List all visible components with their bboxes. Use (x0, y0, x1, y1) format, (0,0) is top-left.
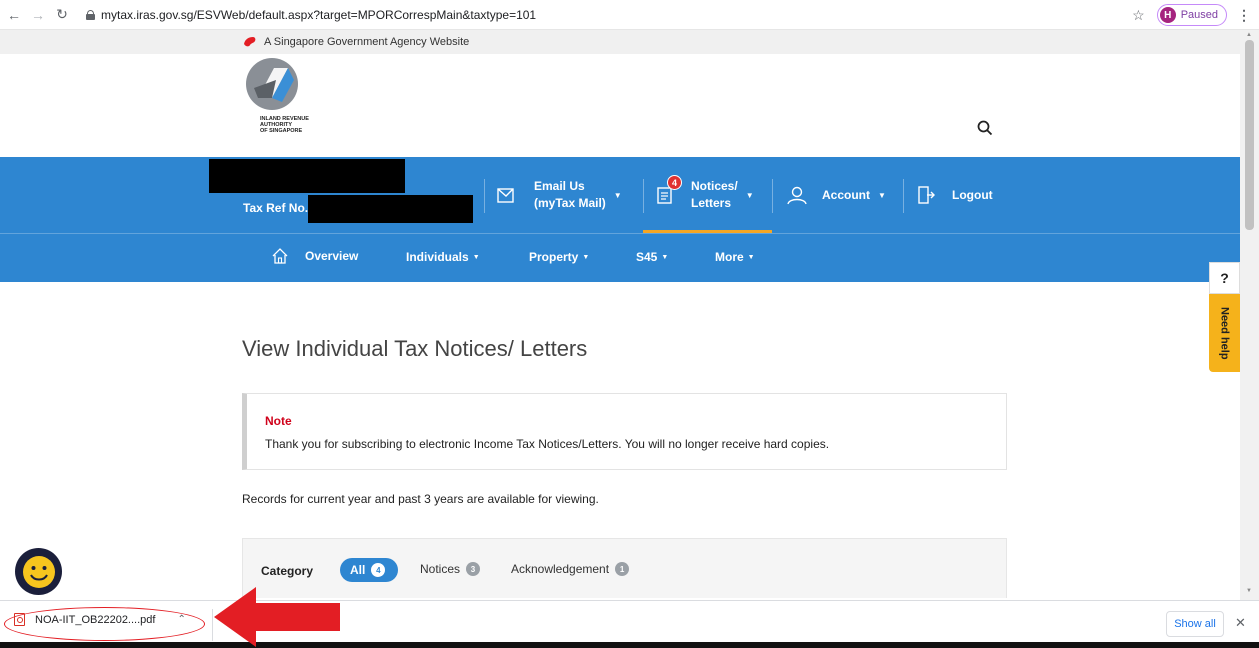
chevron-down-icon: ▼ (878, 190, 886, 200)
nav-s45-label: S45 (636, 250, 658, 264)
category-acknowledgement-count: 1 (615, 562, 630, 576)
kebab-menu-icon[interactable]: ⋮ (1237, 7, 1251, 24)
download-bar: NOA-IIT_OB22202....pdf ⌃ Show all ✕ (0, 600, 1259, 648)
chevron-down-icon: ▼ (747, 253, 755, 261)
browser-toolbar: ← → ↻ mytax.iras.gov.sg/ESVWeb/default.a… (0, 0, 1259, 30)
chevron-down-icon: ▼ (472, 253, 480, 261)
chevron-down-icon: ▼ (582, 253, 590, 261)
category-notices-option[interactable]: Notices 3 (420, 562, 481, 576)
help-question-icon[interactable]: ? (1209, 262, 1240, 294)
address-bar[interactable]: mytax.iras.gov.sg/ESVWeb/default.aspx?ta… (86, 4, 536, 26)
url-text: mytax.iras.gov.sg/ESVWeb/default.aspx?ta… (101, 7, 537, 22)
note-box: Note Thank you for subscribing to electr… (242, 393, 1007, 470)
account-nav-bar: Tax Ref No. Email Us (myTax Mail) ▼ Notic… (0, 157, 1240, 233)
search-icon[interactable] (977, 120, 993, 136)
scroll-thumb[interactable] (1245, 40, 1254, 230)
tax-ref-label: Tax Ref No. (243, 201, 309, 215)
back-arrow-icon[interactable]: ← (4, 5, 24, 25)
smiley-icon (22, 555, 55, 588)
gov-banner: A Singapore Government Agency Website (0, 30, 1240, 54)
account-label: Account (822, 188, 870, 202)
logout-icon (918, 186, 935, 204)
email-us-menu[interactable]: Email Us (myTax Mail) ▼ (496, 157, 622, 233)
home-icon (272, 248, 288, 264)
site-header: INLAND REVENUE AUTHORITY OF SINGAPORE (0, 54, 1240, 157)
logo-text: INLAND REVENUE AUTHORITY OF SINGAPORE (260, 116, 309, 134)
nav-separator (772, 179, 773, 213)
reload-icon[interactable]: ↻ (52, 5, 72, 25)
profile-button[interactable]: H Paused (1156, 4, 1227, 26)
notices-label: Notices/ (691, 179, 738, 193)
account-menu[interactable]: Account ▼ (786, 157, 886, 233)
scroll-down-icon[interactable]: ▼ (1246, 588, 1252, 594)
main-nav-bar: Overview Individuals ▼ Property ▼ S45 ▼ Mor… (0, 233, 1240, 282)
close-icon[interactable]: ✕ (1235, 615, 1246, 631)
nav-individuals-label: Individuals (406, 250, 469, 264)
download-item[interactable]: NOA-IIT_OB22202....pdf ⌃ (14, 613, 186, 626)
show-all-button[interactable]: Show all (1166, 611, 1224, 637)
forward-arrow-icon[interactable]: → (28, 5, 48, 25)
nav-property-label: Property (529, 250, 579, 264)
redacted-name (209, 159, 405, 193)
avatar: H (1159, 7, 1176, 23)
user-icon (787, 186, 807, 205)
pdf-file-icon (14, 613, 25, 626)
nav-separator (903, 179, 904, 213)
merlion-icon (244, 37, 256, 47)
page-scrollbar[interactable]: ▲ ▼ (1240, 30, 1259, 600)
notices-count-badge: 4 (667, 175, 682, 190)
iras-logo[interactable]: INLAND REVENUE AUTHORITY OF SINGAPORE (244, 58, 324, 153)
annotation-arrow-icon (214, 587, 340, 647)
logo-emblem-icon (246, 58, 298, 110)
logout-button[interactable]: Logout (916, 157, 993, 233)
category-all-count: 4 (371, 563, 386, 577)
bookmark-star-icon[interactable]: ☆ (1132, 7, 1145, 24)
nav-individuals[interactable]: Individuals ▼ (406, 250, 480, 264)
chatbot-smiley-button[interactable] (15, 548, 62, 595)
nav-more-label: More (715, 250, 744, 264)
lock-icon (86, 9, 95, 20)
email-us-label: Email Us (534, 179, 585, 193)
nav-overview-label: Overview (305, 249, 359, 263)
download-file-name: NOA-IIT_OB22202....pdf (35, 613, 156, 626)
page-title: View Individual Tax Notices/ Letters (242, 336, 588, 361)
nav-s45[interactable]: S45 ▼ (636, 250, 668, 264)
notices-letters-menu[interactable]: Notices/Letters ▼ (655, 157, 754, 233)
chevron-up-icon[interactable]: ⌃ (177, 614, 185, 625)
category-notices-count: 3 (466, 562, 481, 576)
chevron-down-icon: ▼ (661, 253, 669, 261)
nav-more[interactable]: More ▼ (715, 250, 755, 264)
records-info-text: Records for current year and past 3 year… (242, 492, 599, 506)
nav-separator (484, 179, 485, 213)
chevron-down-icon: ▼ (745, 190, 754, 200)
profile-status: Paused (1180, 9, 1218, 21)
category-acknowledgement-option[interactable]: Acknowledgement 1 (511, 562, 630, 576)
logout-label: Logout (952, 188, 993, 202)
notices-sublabel: Letters (691, 196, 732, 210)
nav-property[interactable]: Property ▼ (529, 250, 589, 264)
need-help-tab[interactable]: Need help (1209, 294, 1240, 372)
nav-separator (643, 179, 644, 213)
mail-icon (497, 188, 514, 203)
category-notices-label: Notices (420, 562, 461, 576)
scroll-up-icon[interactable]: ▲ (1246, 32, 1252, 38)
gov-banner-text: A Singapore Government Agency Website (264, 36, 470, 48)
note-title: Note (265, 414, 292, 428)
need-help-label: Need help (1218, 306, 1231, 360)
category-all-pill[interactable]: All 4 (340, 558, 398, 582)
category-all-label: All (350, 563, 366, 577)
email-us-sublabel: (myTax Mail) (534, 196, 606, 210)
category-acknowledgement-label: Acknowledgement (511, 562, 610, 576)
note-text: Thank you for subscribing to electronic … (265, 437, 830, 451)
redacted-tax-ref (308, 195, 473, 223)
chevron-down-icon: ▼ (613, 190, 622, 200)
category-filter: Category All 4 Notices 3 Acknowledgement… (242, 538, 1007, 598)
nav-overview[interactable]: Overview (271, 247, 358, 265)
taskbar-strip (0, 642, 1259, 648)
category-label: Category (261, 564, 314, 578)
